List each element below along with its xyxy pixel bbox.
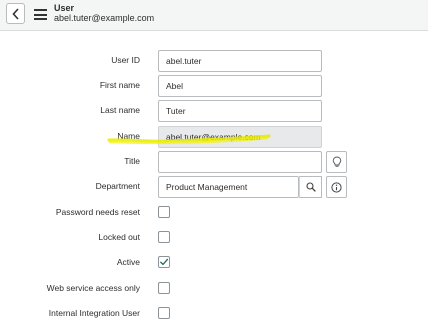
last-name-row: Last name Tuter (0, 100, 428, 122)
name-field: abel.tuter@example.com (158, 126, 322, 148)
user-id-label: User ID (111, 55, 140, 65)
department-lookup-button[interactable] (299, 176, 322, 198)
password-needs-reset-checkbox[interactable] (158, 206, 170, 218)
search-icon (305, 182, 316, 192)
web-service-access-only-label: Web service access only (46, 283, 140, 293)
locked-out-label: Locked out (98, 232, 140, 242)
password-needs-reset-row: Password needs reset (0, 202, 428, 224)
first-name-field[interactable]: Abel (158, 75, 322, 97)
user-id-row: User ID abel.tuter (0, 50, 428, 72)
user-id-field[interactable]: abel.tuter (158, 50, 322, 72)
web-service-access-only-checkbox[interactable] (158, 282, 170, 294)
first-name-row: First name Abel (0, 75, 428, 97)
back-button[interactable] (6, 3, 25, 24)
locked-out-checkbox[interactable] (158, 231, 170, 243)
department-field[interactable]: Product Management (158, 176, 299, 198)
first-name-label: First name (99, 80, 140, 90)
record-display-name: abel.tuter@example.com (54, 13, 155, 23)
locked-out-row: Locked out (0, 227, 428, 249)
info-icon (331, 181, 342, 193)
checkmark-icon (160, 258, 169, 266)
chevron-left-icon (11, 7, 19, 20)
active-row: Active (0, 252, 428, 274)
department-label: Department (95, 181, 140, 191)
department-row: Department Product Management (0, 176, 428, 198)
title-label: Title (124, 156, 140, 166)
title-row: Title (0, 151, 428, 173)
last-name-label: Last name (100, 105, 140, 115)
active-label: Active (116, 257, 140, 267)
internal-integration-user-row: Internal Integration User (0, 303, 428, 325)
web-service-access-only-row: Web service access only (0, 278, 428, 300)
active-checkbox[interactable] (158, 256, 170, 268)
password-needs-reset-label: Password needs reset (55, 207, 140, 217)
suggestion-button[interactable] (326, 151, 347, 173)
department-info-button[interactable] (326, 176, 347, 198)
title-field[interactable] (158, 151, 322, 173)
internal-integration-user-label: Internal Integration User (48, 308, 140, 318)
form-header: User abel.tuter@example.com (0, 0, 428, 31)
last-name-field[interactable]: Tuter (158, 100, 322, 122)
internal-integration-user-checkbox[interactable] (158, 307, 170, 319)
record-type-title: User (54, 3, 75, 13)
lightbulb-icon (332, 156, 341, 167)
hamburger-menu-icon[interactable] (34, 9, 47, 20)
name-row: Name abel.tuter@example.com (0, 126, 428, 148)
name-label: Name (117, 131, 140, 141)
